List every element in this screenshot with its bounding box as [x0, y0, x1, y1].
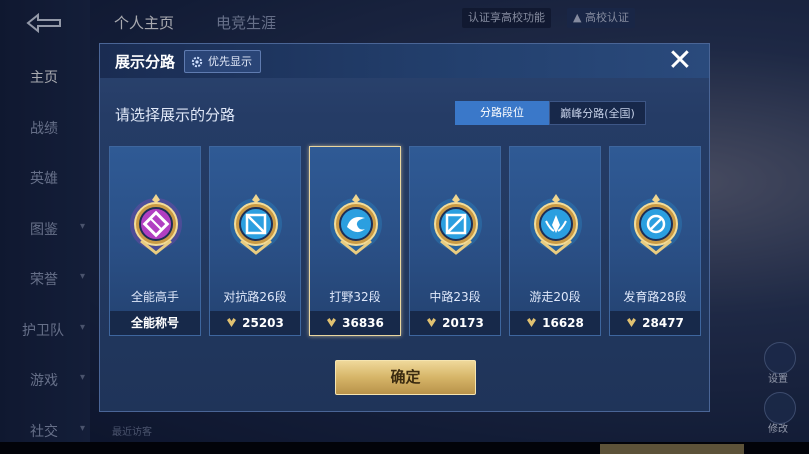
tab-lane-rank[interactable]: 分路段位 [455, 101, 549, 125]
priority-display-button[interactable]: 优先显示 [184, 50, 261, 73]
lane-card-name: 打野32段 [329, 290, 381, 304]
lane-card-name: 游走20段 [529, 290, 581, 304]
lane-card-footer: 全能称号 [110, 311, 200, 335]
rank-points-icon [526, 312, 537, 327]
lane-card-value: 全能称号 [130, 316, 179, 330]
lane-card-value: 28477 [642, 316, 684, 330]
confirm-button[interactable]: 确定 [335, 360, 476, 395]
dialog-prompt: 请选择展示的分路 [115, 106, 236, 124]
lane-card-footer: 16628 [510, 311, 600, 335]
tab-peak-lane[interactable]: 巅峰分路(全国) [549, 101, 646, 125]
rank-points-icon [426, 312, 437, 327]
jungle-icon [326, 191, 386, 261]
mode-toggle: 分路段位 巅峰分路(全国) [455, 101, 646, 125]
lane-display-dialog: 展示分路 优先显示 ✕ 请选择展示的分路 分路段位 巅峰分路(全国) 全能高手全… [99, 43, 710, 412]
dialog-header: 展示分路 优先显示 ✕ [100, 44, 709, 78]
lane-card-footer: 36836 [310, 311, 400, 335]
lane-card[interactable]: 游走20段 16628 [509, 146, 601, 336]
lane-card-footer: 28477 [610, 311, 700, 335]
lane-card[interactable]: 全能高手 全能称号 [109, 146, 201, 336]
lane-card-value: 36836 [342, 316, 384, 330]
priority-display-label: 优先显示 [208, 55, 252, 68]
lane-card-footer: 25203 [210, 311, 300, 335]
lane-card-name: 对抗路26段 [223, 290, 287, 304]
lane-card-value: 20173 [442, 316, 484, 330]
close-icon[interactable]: ✕ [666, 46, 694, 76]
clash-lane-icon [226, 191, 286, 261]
mid-lane-icon [426, 191, 486, 261]
farm-lane-icon [626, 191, 686, 261]
lane-card-name: 全能高手 [130, 290, 179, 304]
roam-icon [526, 191, 586, 261]
lane-card[interactable]: 发育路28段 28477 [609, 146, 701, 336]
lane-card[interactable]: 打野32段 36836 [309, 146, 401, 336]
lane-card-value: 25203 [242, 316, 284, 330]
lane-card[interactable]: 对抗路26段 25203 [209, 146, 301, 336]
lane-card[interactable]: 中路23段 20173 [409, 146, 501, 336]
gear-icon [191, 56, 203, 67]
lane-card-footer: 20173 [410, 311, 500, 335]
all-round-icon [126, 191, 186, 261]
lane-card-name: 发育路28段 [623, 290, 687, 304]
lane-card-name: 中路23段 [429, 290, 481, 304]
rank-points-icon [226, 312, 237, 327]
rank-points-icon [626, 312, 637, 327]
lane-card-value: 16628 [542, 316, 584, 330]
dialog-title: 展示分路 [115, 53, 176, 71]
rank-points-icon [326, 312, 337, 327]
